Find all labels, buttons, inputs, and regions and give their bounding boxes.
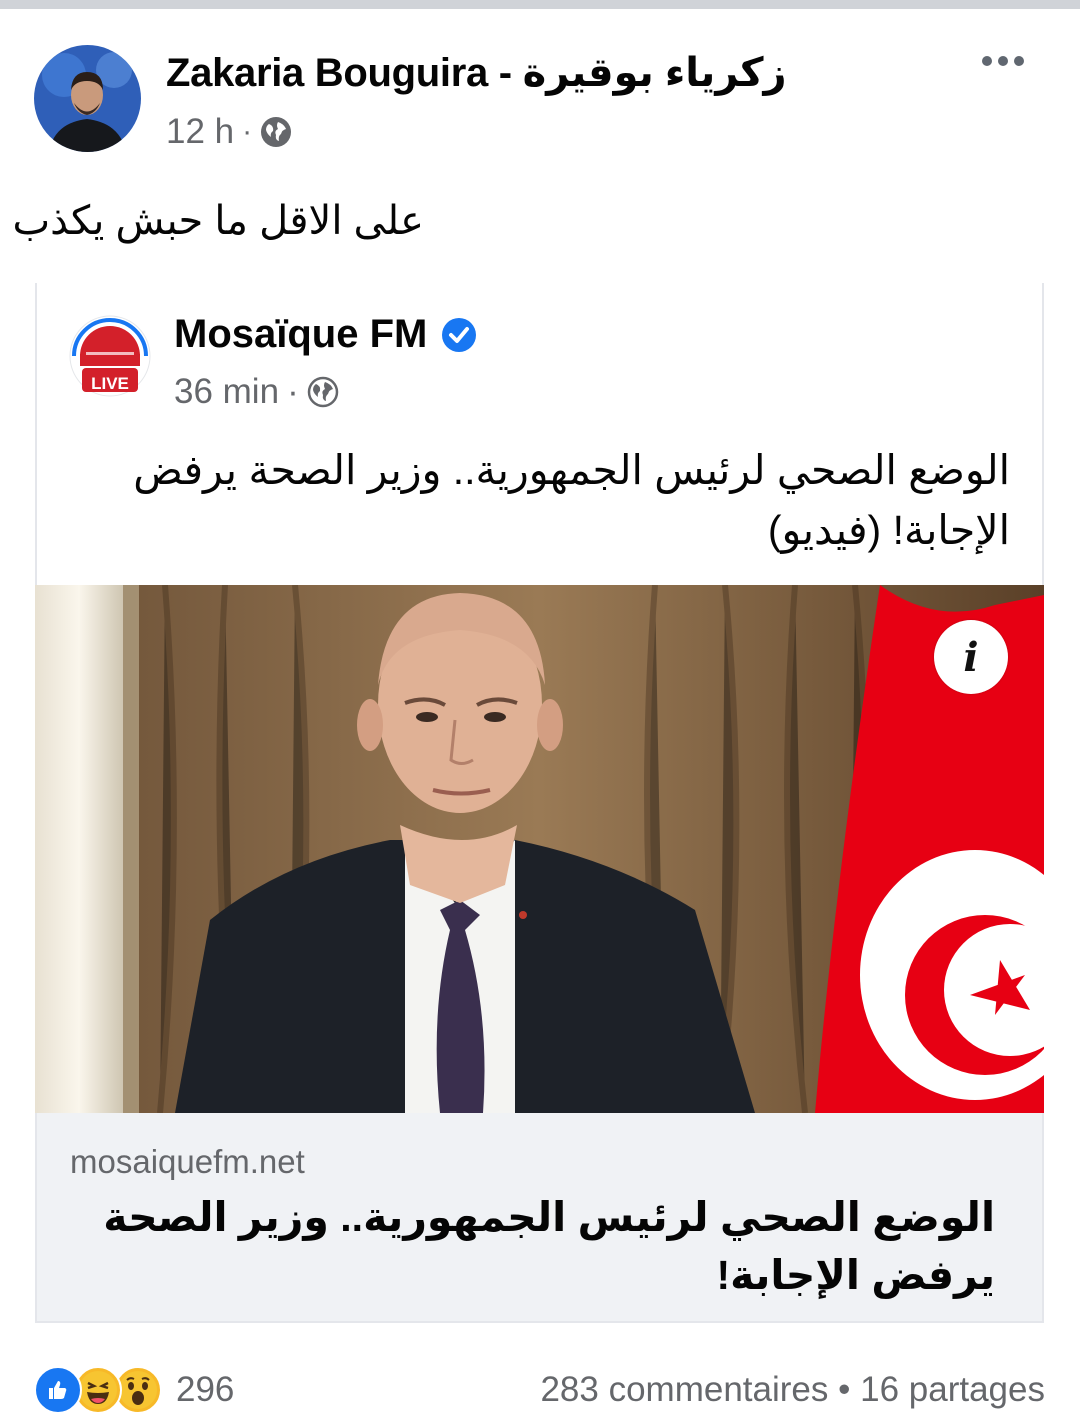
comments-count[interactable]: 283 commentaires [540,1370,828,1409]
live-badge-text: LIVE [91,374,129,393]
link-domain: mosaiquefm.net [70,1143,305,1180]
like-icon [34,1366,82,1414]
link-title[interactable]: الوضع الصحي لرئيس الجمهورية.. وزير الصحة… [60,1188,995,1304]
shared-meta: 36 min · [174,372,339,412]
reaction-count[interactable]: 296 [176,1370,234,1410]
top-divider [0,0,1080,9]
author-avatar[interactable] [34,45,141,152]
news-photo[interactable] [35,585,1044,1113]
post-time[interactable]: 12 h [166,112,234,152]
globe-icon [307,376,338,408]
meta-separator: · [242,115,253,148]
author-name[interactable]: Zakaria Bouguira - زكرياء بوقيرة [166,50,787,96]
shared-page-name[interactable]: Mosaïque FM [174,312,427,357]
shared-page-name-row: Mosaïque FM [174,312,477,357]
shares-count[interactable]: 16 partages [860,1370,1045,1409]
post-caption: على الاقل ما حبش يكذب [12,199,424,243]
reaction-icons[interactable] [34,1366,162,1414]
stats-bullet: • [838,1370,851,1409]
verified-badge-icon [442,317,477,352]
more-options-icon[interactable] [982,56,1024,66]
globe-icon [261,117,292,147]
shared-meta-separator: · [287,372,299,411]
shared-post-text: الوضع الصحي لرئيس الجمهورية.. وزير الصحة… [133,447,1010,553]
post-meta: 12 h · [166,112,292,152]
info-icon[interactable]: i [934,620,1008,694]
post-stats: 283 commentaires • 16 partages [540,1370,1045,1410]
shared-time[interactable]: 36 min [174,372,279,412]
